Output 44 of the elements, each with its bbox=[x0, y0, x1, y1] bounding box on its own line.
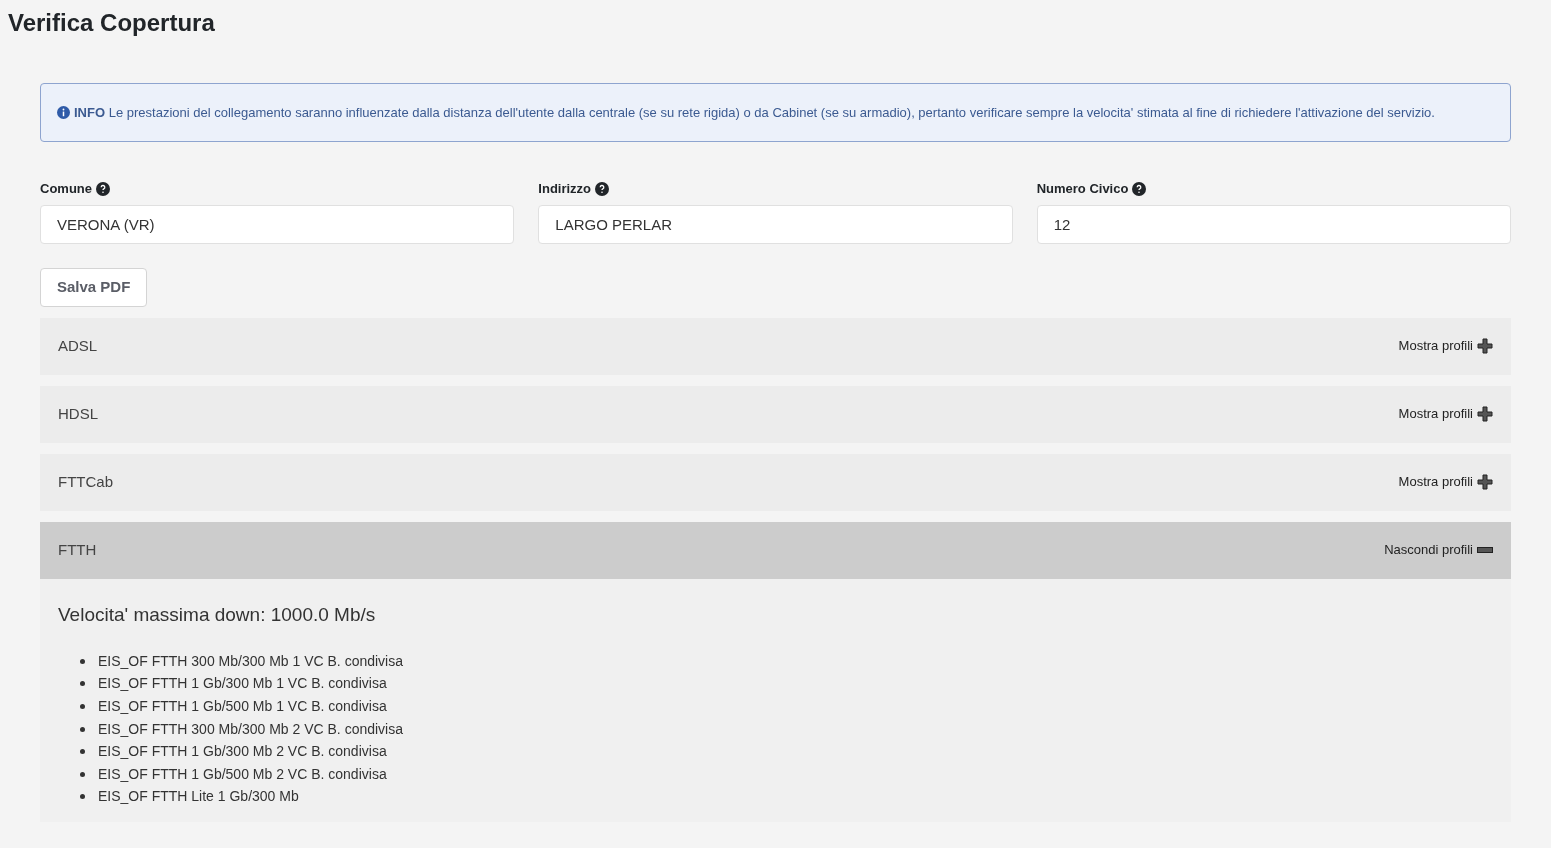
info-icon bbox=[57, 106, 70, 119]
toggle-link[interactable]: Mostra profili bbox=[1398, 472, 1473, 492]
minus-icon bbox=[1477, 547, 1493, 553]
bullet-icon bbox=[80, 749, 85, 755]
help-icon bbox=[595, 181, 610, 196]
section-title: ADSL bbox=[58, 335, 98, 356]
bullet-icon bbox=[80, 681, 85, 687]
toggle-link[interactable]: Mostra profili bbox=[1398, 336, 1473, 356]
input-field[interactable]: 12 bbox=[1036, 204, 1511, 244]
profile-item: EIS_OF FTTH 1 Gb/500 Mb 2 VC B. condivisa bbox=[98, 764, 387, 784]
bullet-icon bbox=[80, 771, 85, 777]
save-pdf-button[interactable]: Salva PDF bbox=[40, 267, 148, 307]
max-speed-heading: Velocita' massima down: 1000.0 Mb/s bbox=[58, 602, 376, 627]
field-label: Numero Civico bbox=[1036, 180, 1129, 198]
profile-item: EIS_OF FTTH 1 Gb/500 Mb 1 VC B. condivisa bbox=[98, 697, 387, 716]
profile-item: EIS_OF FTTH 300 Mb/300 Mb 2 VC B. condivisa bbox=[98, 719, 403, 739]
plus-icon bbox=[1477, 338, 1493, 354]
profile-item: EIS_OF FTTH Lite 1 Gb/300 Mb bbox=[98, 787, 299, 807]
section-header[interactable]: FTTCab Mostra profili bbox=[40, 453, 1511, 511]
section-header[interactable]: FTTH Nascondi profili bbox=[40, 521, 1511, 579]
section-title: FTTCab bbox=[58, 471, 113, 492]
section-header[interactable]: HDSL Mostra profili bbox=[40, 385, 1511, 443]
bullet-icon bbox=[80, 704, 85, 709]
field-label: Comune bbox=[40, 180, 92, 198]
toggle-link[interactable]: Mostra profili bbox=[1398, 404, 1473, 424]
profile-item: EIS_OF FTTH 300 Mb/300 Mb 1 VC B. condivisa bbox=[98, 651, 403, 671]
bullet-icon bbox=[80, 794, 85, 800]
input-field[interactable]: VERONA (VR) bbox=[40, 204, 515, 244]
profile-item: EIS_OF FTTH 1 Gb/300 Mb 1 VC B. condivisa bbox=[98, 674, 387, 694]
plus-icon bbox=[1477, 406, 1493, 422]
input-field[interactable]: LARGO PERLAR bbox=[538, 204, 1013, 244]
bullet-icon bbox=[80, 726, 85, 732]
plus-icon bbox=[1477, 474, 1493, 490]
help-icon bbox=[1132, 181, 1147, 196]
profile-item: EIS_OF FTTH 1 Gb/300 Mb 2 VC B. condivisa bbox=[98, 742, 387, 762]
section-title: FTTH bbox=[58, 539, 97, 560]
help-icon bbox=[96, 181, 110, 196]
field-label: Indirizzo bbox=[538, 180, 592, 198]
section-title: HDSL bbox=[58, 403, 98, 424]
info-text: INFO Le prestazioni del collegamento saranno influenzate dalla distanza dell'utente dalla centrale (se su rete rigida) o da Cabinet (se su armadio), pertanto verificare sempre la velocita' stimata al fine di richiedere l'attivazione del servizio. bbox=[74, 105, 1435, 120]
bullet-icon bbox=[80, 658, 85, 664]
toggle-link[interactable]: Nascondi profili bbox=[1384, 540, 1473, 560]
section-header[interactable]: ADSL Mostra profili bbox=[40, 317, 1511, 375]
page-title: Verifica Copertura bbox=[7, 8, 216, 38]
